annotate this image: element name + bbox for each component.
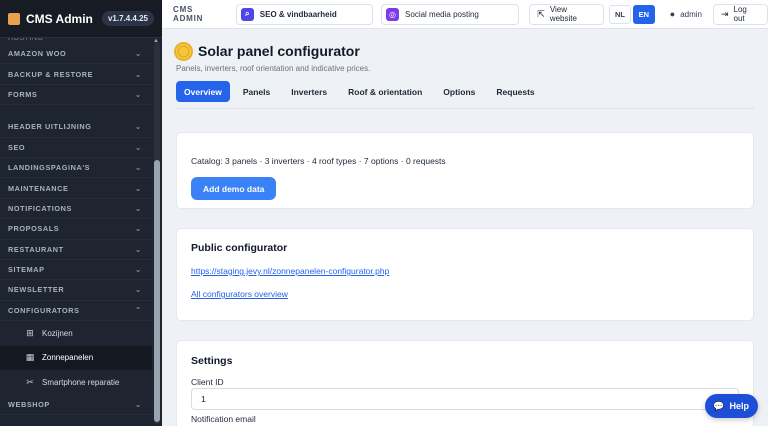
client-id-input[interactable]: 1	[191, 388, 739, 410]
sidebar-group-forms[interactable]: FORMS ⌄	[0, 85, 152, 106]
topbar-label: CMS ADMIN	[173, 5, 204, 23]
sidebar-group-amazon-woo[interactable]: AMAZON WOO ⌄	[0, 44, 152, 65]
seo-link-button[interactable]: ⌕ SEO & vindbaarheid	[235, 3, 374, 25]
chevron-down-icon: ⌄	[134, 183, 142, 193]
logout-icon: ⇥	[720, 8, 729, 19]
chevron-down-icon: ⌄	[134, 203, 142, 213]
chevron-down-icon: ⌄	[134, 69, 142, 79]
overview-card: Catalog: 3 panels · 3 inverters · 4 roof…	[176, 132, 754, 209]
catalog-summary: Catalog: 3 panels · 3 inverters · 4 roof…	[191, 156, 446, 166]
lang-nl-button[interactable]: NL	[609, 4, 631, 24]
search-icon: ⌕	[240, 7, 254, 21]
page-subtitle: Panels, inverters, roof orientation and …	[176, 64, 371, 73]
chevron-down-icon: ⌄	[134, 163, 142, 173]
sidebar-group-restaurant[interactable]: RESTAURANT ⌄	[0, 240, 152, 260]
public-configurator-card: Public configurator https://staging.jevy…	[176, 228, 754, 321]
solar-panel-icon: ▦	[25, 352, 35, 363]
tab-overview[interactable]: Overview	[176, 81, 230, 102]
social-media-button[interactable]: ◎ Social media posting	[381, 3, 520, 25]
sidebar-group-header-uitlijning[interactable]: HEADER UITLIJNING ⌄	[0, 117, 152, 138]
app-logo-icon	[8, 12, 20, 25]
grid-icon: ⊞	[26, 327, 34, 338]
tab-options[interactable]: Options	[435, 81, 483, 102]
sun-icon	[176, 43, 191, 59]
sidebar-group-configurators[interactable]: CONFIGURATORS ⌃	[0, 301, 152, 322]
chevron-down-icon: ⌄	[134, 265, 142, 275]
sidebar-menu: HOSTING AMAZON WOO ⌄ BACKUP & RESTORE ⌄ FO…	[0, 38, 152, 426]
all-configurators-link[interactable]: All configurators overview	[191, 289, 288, 299]
sidebar-group-sitemap[interactable]: SITEMAP ⌄	[0, 260, 152, 281]
sidebar-item-kozijnen[interactable]: ⊞ Kozijnen	[0, 321, 152, 346]
help-button[interactable]: 💬 Help	[705, 394, 758, 418]
chevron-down-icon: ⌄	[134, 244, 142, 254]
tab-divider	[176, 108, 754, 109]
sidebar-group-maintenance[interactable]: MAINTENANCE ⌄	[0, 178, 152, 199]
sidebar-scrollbar-thumb[interactable]	[154, 160, 160, 422]
settings-heading: Settings	[191, 355, 233, 367]
sidebar-group-notifications[interactable]: NOTIFICATIONS ⌄	[0, 199, 152, 220]
version-badge: v1.7.4.4.25	[101, 11, 154, 26]
sidebar-group-backup-restore[interactable]: BACKUP & RESTORE ⌄	[0, 64, 152, 85]
chevron-down-icon: ⌄	[134, 49, 142, 59]
chevron-down-icon: ⌄	[134, 399, 142, 409]
topbar: CMS ADMIN ⌕ SEO & vindbaarheid ◎ Social …	[162, 0, 768, 29]
tab-inverters[interactable]: Inverters	[283, 81, 335, 102]
chevron-down-icon: ⌄	[134, 224, 142, 234]
external-link-icon: ⇱	[537, 8, 545, 19]
chevron-down-icon: ⌄	[134, 142, 142, 152]
main-content: Solar panel configurator Panels, inverte…	[162, 29, 768, 426]
sidebar-group-webshop[interactable]: WEBSHOP ⌄	[0, 395, 152, 415]
public-configurator-link[interactable]: https://staging.jevy.nl/zonnepanelen-con…	[191, 266, 389, 276]
sidebar: CMS Admin v1.7.4.4.25 ▲ HOSTING AMAZON W…	[0, 0, 162, 426]
tools-icon: ✂	[26, 376, 34, 387]
sidebar-scrollbar[interactable]	[154, 42, 160, 424]
instagram-icon: ◎	[386, 7, 400, 21]
logout-button[interactable]: ⇥ Log out	[712, 3, 768, 25]
tab-roof-orientation[interactable]: Roof & orientation	[340, 81, 430, 102]
settings-card: Settings Client ID 1 Notification email	[176, 340, 754, 426]
sidebar-group-landingspaginas[interactable]: LANDINGSPAGINA'S ⌄	[0, 158, 152, 179]
view-website-button[interactable]: ⇱ View website	[529, 3, 605, 25]
user-menu[interactable]: ● admin	[670, 9, 702, 19]
tab-requests[interactable]: Requests	[488, 81, 542, 102]
sidebar-group-newsletter[interactable]: NEWSLETTER ⌄	[0, 280, 152, 301]
chat-icon: 💬	[713, 400, 725, 411]
public-configurator-heading: Public configurator	[191, 242, 288, 254]
sidebar-group-proposals[interactable]: PROPOSALS ⌄	[0, 219, 152, 240]
sidebar-item-zonnepanelen[interactable]: ▦ Zonnepanelen	[0, 345, 152, 371]
tab-bar: Overview Panels Inverters Roof & orienta…	[176, 81, 543, 102]
add-demo-data-button[interactable]: Add demo data	[191, 177, 277, 200]
sidebar-group-seo[interactable]: SEO ⌄	[0, 138, 152, 158]
tab-panels[interactable]: Panels	[235, 81, 278, 102]
sidebar-header: CMS Admin v1.7.4.4.25	[0, 0, 162, 38]
user-icon: ●	[669, 9, 676, 19]
chevron-down-icon: ⌄	[134, 122, 142, 132]
client-id-label: Client ID	[191, 377, 224, 387]
chevron-up-icon: ⌃	[134, 305, 142, 315]
notification-email-label: Notification email	[191, 414, 256, 424]
lang-en-button[interactable]: EN	[632, 4, 655, 24]
chevron-down-icon: ⌄	[134, 285, 142, 295]
chevron-down-icon: ⌄	[134, 89, 142, 99]
sidebar-item-smartphone-reparatie[interactable]: ✂ Smartphone reparatie	[0, 370, 152, 395]
app-title: CMS Admin	[26, 11, 93, 26]
page-title: Solar panel configurator	[176, 43, 360, 59]
